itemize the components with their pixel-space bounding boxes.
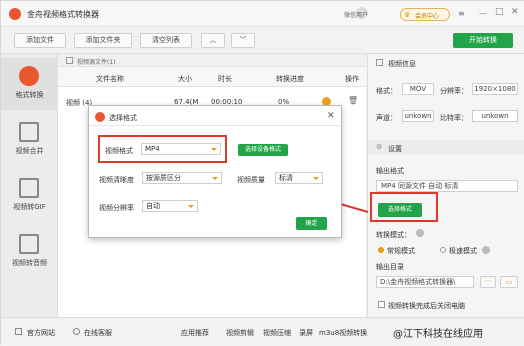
clarity-value: 按源质区分 — [146, 174, 181, 182]
dialog-title: 选择格式 — [109, 114, 137, 122]
select-device-label: 选择设备格式 — [244, 146, 281, 153]
ok-button[interactable]: 确定 — [296, 217, 327, 230]
chevron-down-icon — [212, 177, 218, 180]
resolution-label: 视频分辨率 — [99, 204, 134, 212]
chevron-down-icon — [211, 148, 217, 151]
quality-label: 视频质量 — [237, 176, 265, 184]
quality-select[interactable]: 标清 — [275, 172, 323, 184]
dialog-divider — [89, 125, 341, 126]
quality-value: 标清 — [279, 174, 293, 182]
select-device-button[interactable]: 选择设备格式 — [238, 144, 288, 156]
video-format-select[interactable]: MP4 — [141, 143, 221, 155]
clarity-label: 视频清晰度 — [99, 176, 134, 184]
ok-label: 确定 — [305, 220, 318, 227]
chevron-down-icon — [188, 205, 194, 208]
dialog-close-icon[interactable]: ✕ — [327, 111, 335, 121]
choose-format-dialog: 选择格式 ✕ 视频格式 MP4 选择设备格式 视频清晰度 按源质区分 视频质量 … — [88, 105, 342, 238]
clarity-select[interactable]: 按源质区分 — [142, 172, 222, 184]
resolution-value: 自动 — [146, 202, 160, 210]
resolution-select[interactable]: 自动 — [142, 200, 198, 212]
video-format-label: 视频格式 — [105, 147, 133, 155]
chevron-down-icon — [313, 177, 319, 180]
dialog-logo-icon — [95, 112, 105, 122]
video-format-value: MP4 — [145, 145, 160, 153]
